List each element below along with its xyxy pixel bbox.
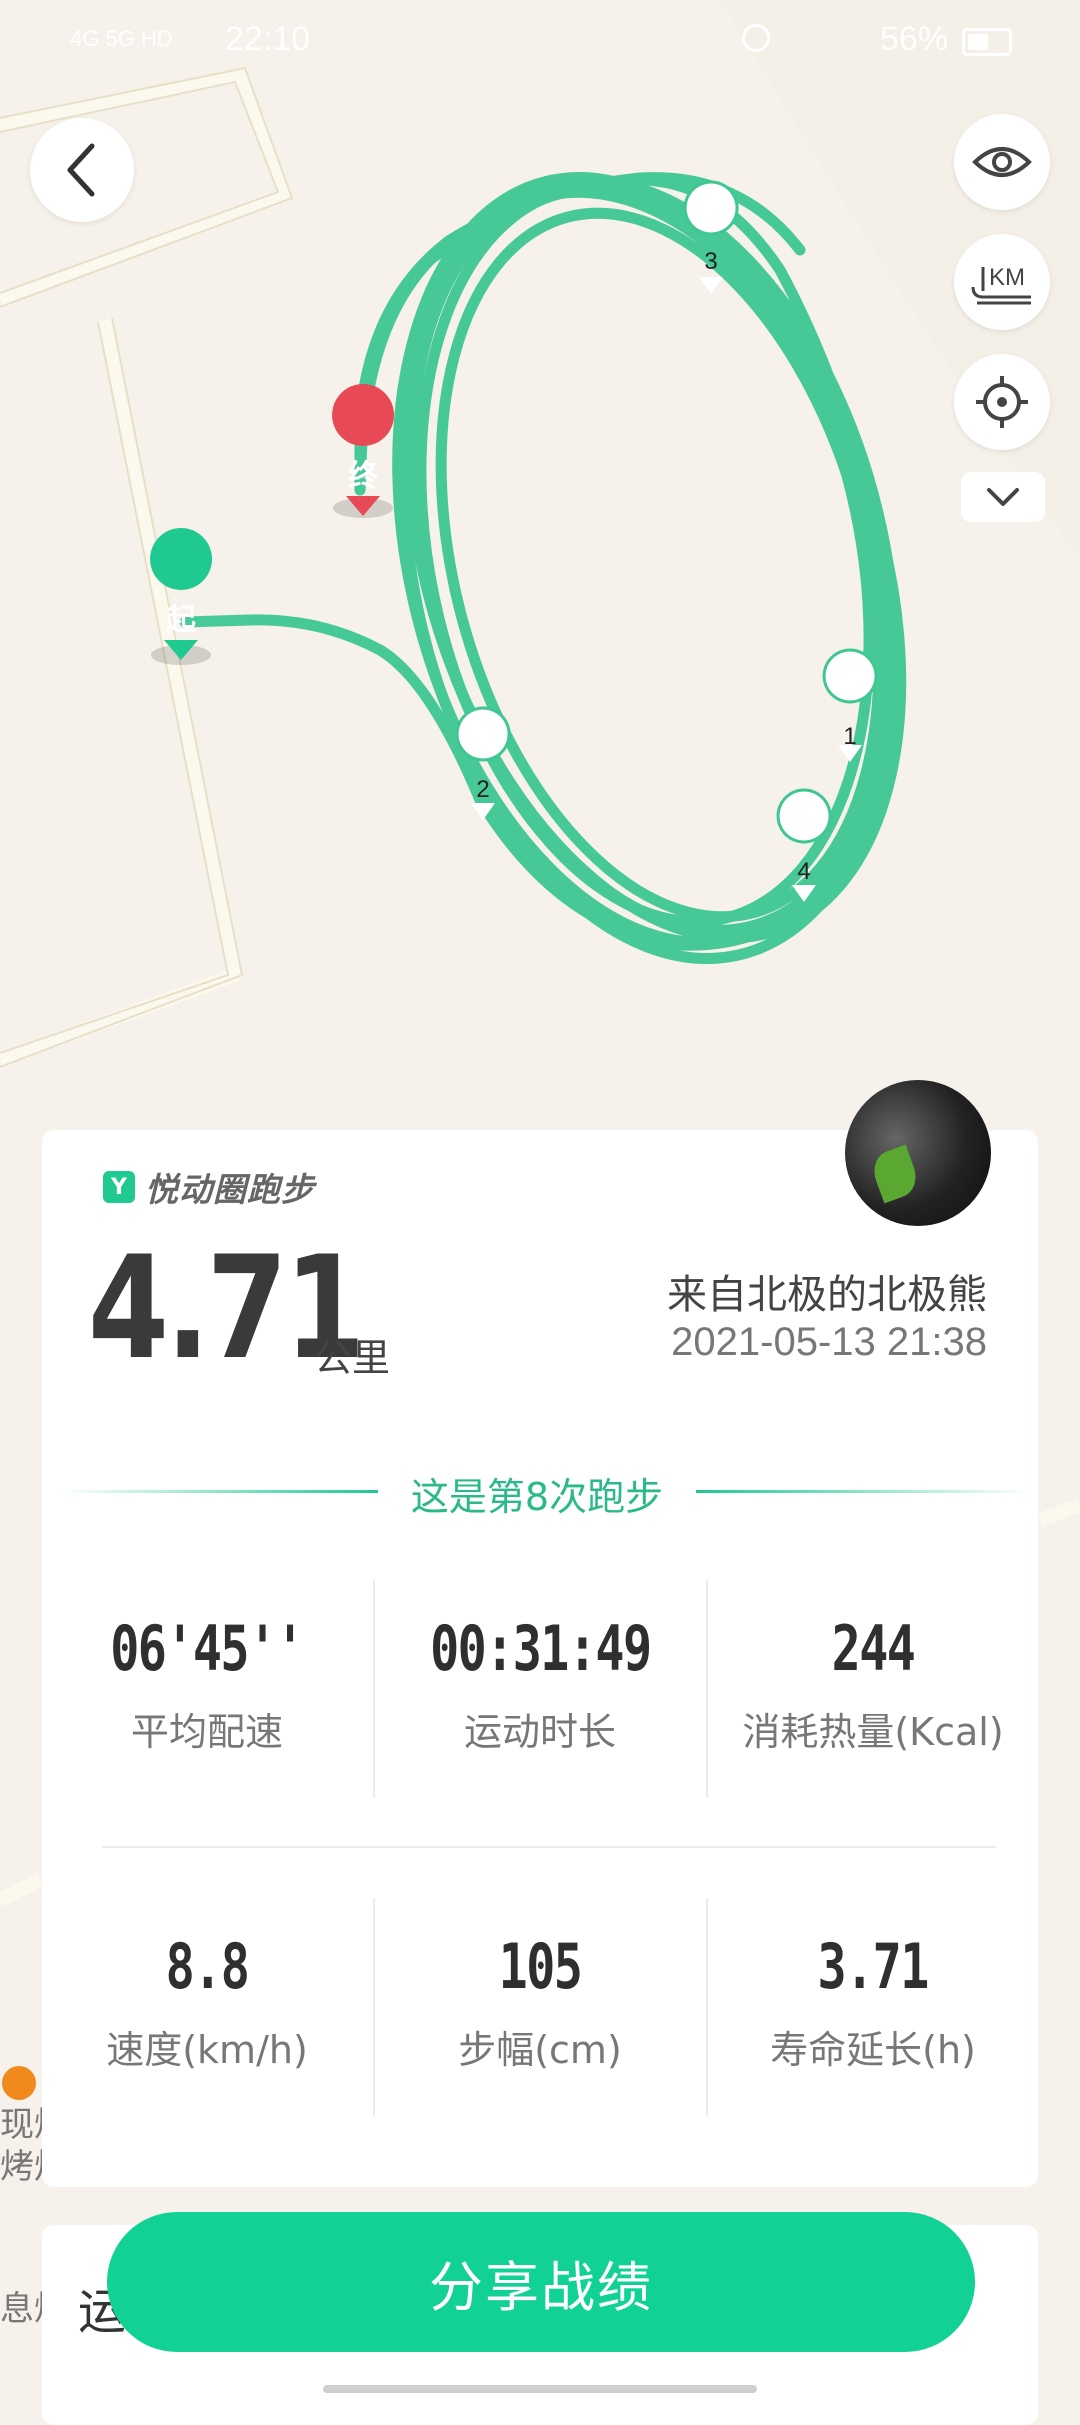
stat-divider bbox=[373, 1580, 375, 1798]
eye-icon bbox=[972, 147, 1032, 177]
locate-button[interactable] bbox=[954, 354, 1050, 450]
stat-calories: 244 消耗热量(Kcal) bbox=[708, 1612, 1038, 1756]
stat-stride: 105 步幅(cm) bbox=[375, 1930, 705, 2074]
app-name: 悦动圈跑步 bbox=[145, 1170, 315, 1209]
alarm-icon bbox=[742, 24, 770, 52]
svg-text:2: 2 bbox=[476, 776, 489, 803]
status-time: 22:10 bbox=[225, 20, 311, 58]
stat-value: 105 bbox=[498, 1930, 583, 2003]
stat-value: 3.71 bbox=[817, 1930, 930, 2003]
stat-divider bbox=[373, 1898, 375, 2116]
share-button[interactable]: 分享战绩 bbox=[107, 2212, 975, 2352]
stat-value: 8.8 bbox=[165, 1930, 250, 2003]
svg-text:4: 4 bbox=[797, 858, 810, 885]
stat-value: 244 bbox=[831, 1612, 916, 1685]
stat-row-divider bbox=[102, 1846, 996, 1848]
stat-divider bbox=[706, 1580, 708, 1798]
back-button[interactable] bbox=[30, 118, 134, 222]
stat-label: 运动时长 bbox=[463, 1710, 616, 1754]
svg-text:3: 3 bbox=[704, 248, 717, 275]
svg-text:起: 起 bbox=[166, 603, 197, 638]
stat-label: 速度(km/h) bbox=[106, 2028, 308, 2072]
crosshair-icon bbox=[976, 376, 1028, 428]
svg-text:终: 终 bbox=[348, 459, 379, 494]
app-logo: Y 悦动圈跑步 bbox=[103, 1163, 315, 1211]
stat-duration: 00:31:49 运动时长 bbox=[375, 1612, 705, 1756]
battery-percent: 56% bbox=[880, 20, 949, 58]
stat-label: 寿命延长(h) bbox=[770, 2028, 976, 2072]
visibility-toggle-button[interactable] bbox=[954, 114, 1050, 210]
stat-life-extension: 3.71 寿命延长(h) bbox=[708, 1930, 1038, 2074]
divider-right bbox=[696, 1490, 1032, 1493]
stat-divider bbox=[706, 1898, 708, 2116]
divider-left bbox=[60, 1490, 378, 1493]
svg-text:KM: KM bbox=[989, 264, 1025, 291]
signal-indicator: 4G 5G HD bbox=[70, 26, 173, 51]
stat-value: 06'45'' bbox=[110, 1612, 305, 1685]
stat-label: 消耗热量(Kcal) bbox=[742, 1710, 1004, 1754]
stat-speed: 8.8 速度(km/h) bbox=[42, 1930, 372, 2074]
run-datetime: 2021-05-13 21:38 bbox=[671, 1320, 987, 1364]
home-indicator[interactable] bbox=[323, 2385, 757, 2393]
km-icon: KM bbox=[971, 264, 1031, 305]
app-logo-icon: Y bbox=[103, 1171, 135, 1203]
chevron-down-icon bbox=[987, 488, 1019, 506]
km-marker-toggle-button[interactable]: KM bbox=[954, 234, 1050, 330]
stat-avg-pace: 06'45'' 平均配速 bbox=[42, 1612, 372, 1756]
stat-label: 步幅(cm) bbox=[458, 2028, 622, 2072]
battery-icon bbox=[962, 28, 1012, 56]
username: 来自北极的北极熊 bbox=[667, 1272, 987, 1318]
avatar[interactable] bbox=[845, 1080, 991, 1226]
chevron-left-icon bbox=[67, 143, 95, 197]
svg-text:1: 1 bbox=[843, 723, 856, 750]
stat-value: 00:31:49 bbox=[429, 1612, 652, 1685]
stat-label: 平均配速 bbox=[130, 1710, 283, 1754]
run-count-text: 这是第8次跑步 bbox=[410, 1475, 664, 1519]
collapse-controls-button[interactable] bbox=[961, 472, 1045, 522]
distance-unit: 公里 bbox=[314, 1336, 391, 1380]
poi-food-icon bbox=[2, 2066, 36, 2100]
status-bar: 4G 5G HD 22:10 56% bbox=[0, 0, 1080, 80]
